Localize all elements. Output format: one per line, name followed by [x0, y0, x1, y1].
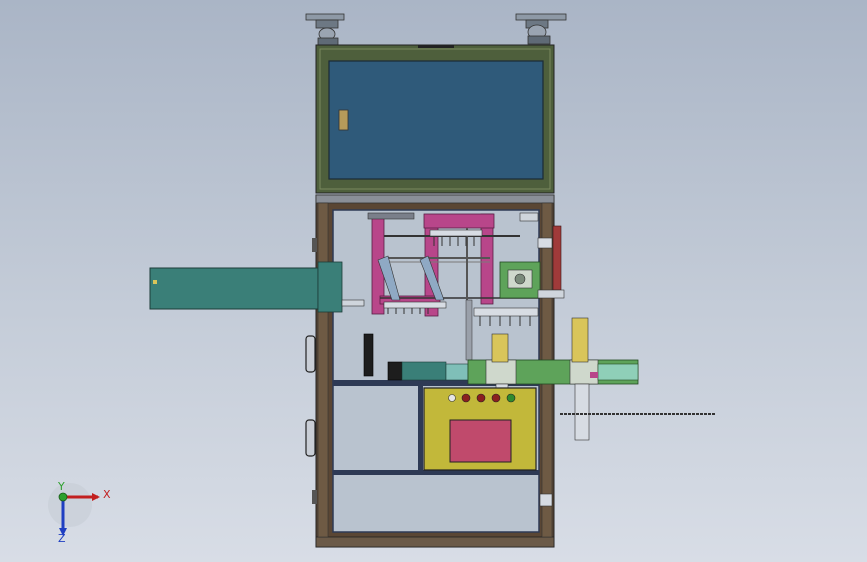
start-button: [506, 393, 516, 403]
top-left-caster: [305, 13, 345, 47]
left-feeder-plate: [149, 261, 365, 313]
z-axis-label: Z: [58, 532, 66, 545]
axis-triad: X Y Z: [48, 480, 111, 545]
upper-glass-door: [328, 60, 544, 180]
door-handle: [338, 109, 349, 131]
y-axis-label: Y: [57, 480, 65, 493]
top-right-caster: [515, 13, 567, 45]
reset-button: [476, 393, 486, 403]
indicator-light: [448, 394, 456, 402]
upper-cabinet: [315, 44, 555, 194]
control-panel: [423, 387, 537, 471]
stop-button: [461, 393, 471, 403]
x-axis-label: X: [103, 488, 111, 501]
hmi-screen: [449, 419, 512, 463]
pause-button: [491, 393, 501, 403]
cad-viewport[interactable]: X Y Z: [0, 0, 867, 562]
